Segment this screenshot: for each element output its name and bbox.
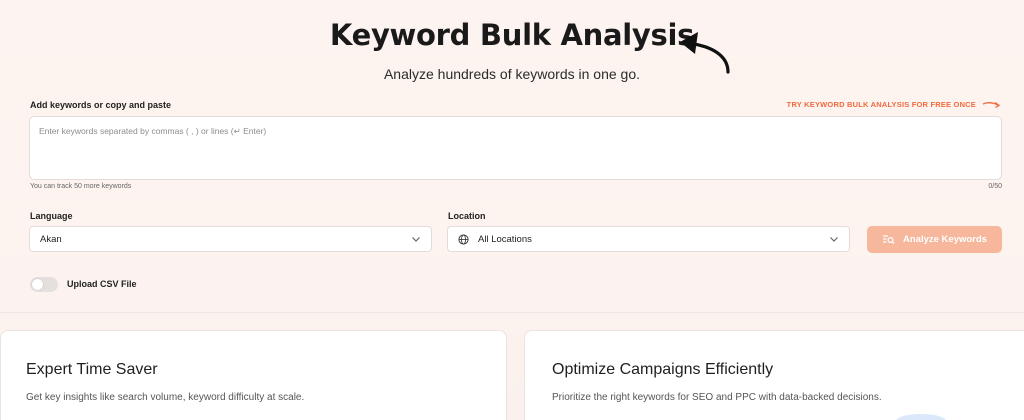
location-value: All Locations — [478, 233, 532, 245]
location-label: Location — [448, 211, 486, 221]
globe-icon — [458, 233, 469, 245]
list-search-icon — [883, 235, 895, 245]
keywords-helper-text: You can track 50 more keywords — [30, 183, 132, 190]
chevron-down-icon — [412, 237, 420, 242]
section-divider — [0, 312, 1024, 313]
feature-card-time-saver: Expert Time Saver Get key insights like … — [0, 330, 507, 420]
page-title: Keyword Bulk Analysis — [329, 18, 695, 52]
analyze-keywords-button[interactable]: Analyze Keywords — [867, 226, 1002, 253]
card-description: Get key insights like search volume, key… — [26, 392, 305, 403]
feature-card-optimize: Optimize Campaigns Efficiently Prioritiz… — [524, 330, 1024, 420]
keywords-textarea[interactable]: Enter keywords separated by commas ( , )… — [29, 116, 1002, 180]
chevron-down-icon — [830, 237, 838, 242]
card-title: Optimize Campaigns Efficiently — [552, 361, 774, 378]
upload-csv-toggle[interactable] — [30, 277, 58, 292]
language-value: Akan — [40, 233, 62, 245]
keywords-placeholder: Enter keywords separated by commas ( , )… — [39, 126, 267, 136]
try-free-link-label: TRY KEYWORD BULK ANALYSIS FOR FREE ONCE — [786, 100, 976, 109]
location-select[interactable]: All Locations — [447, 226, 850, 252]
arrow-right-icon — [982, 101, 1000, 108]
keywords-label: Add keywords or copy and paste — [30, 100, 172, 110]
upload-csv-label: Upload CSV File — [67, 279, 137, 289]
page-subtitle: Analyze hundreds of keywords in one go. — [383, 66, 641, 82]
card-title: Expert Time Saver — [26, 361, 158, 378]
analyze-button-label: Analyze Keywords — [903, 234, 987, 245]
language-select[interactable]: Akan — [29, 226, 432, 252]
toggle-knob — [32, 279, 43, 290]
try-free-link[interactable]: TRY KEYWORD BULK ANALYSIS FOR FREE ONCE — [787, 100, 1000, 109]
card-description: Prioritize the right keywords for SEO an… — [552, 392, 882, 403]
keywords-counter: 0/50 — [988, 183, 1002, 190]
language-label: Language — [30, 211, 73, 221]
